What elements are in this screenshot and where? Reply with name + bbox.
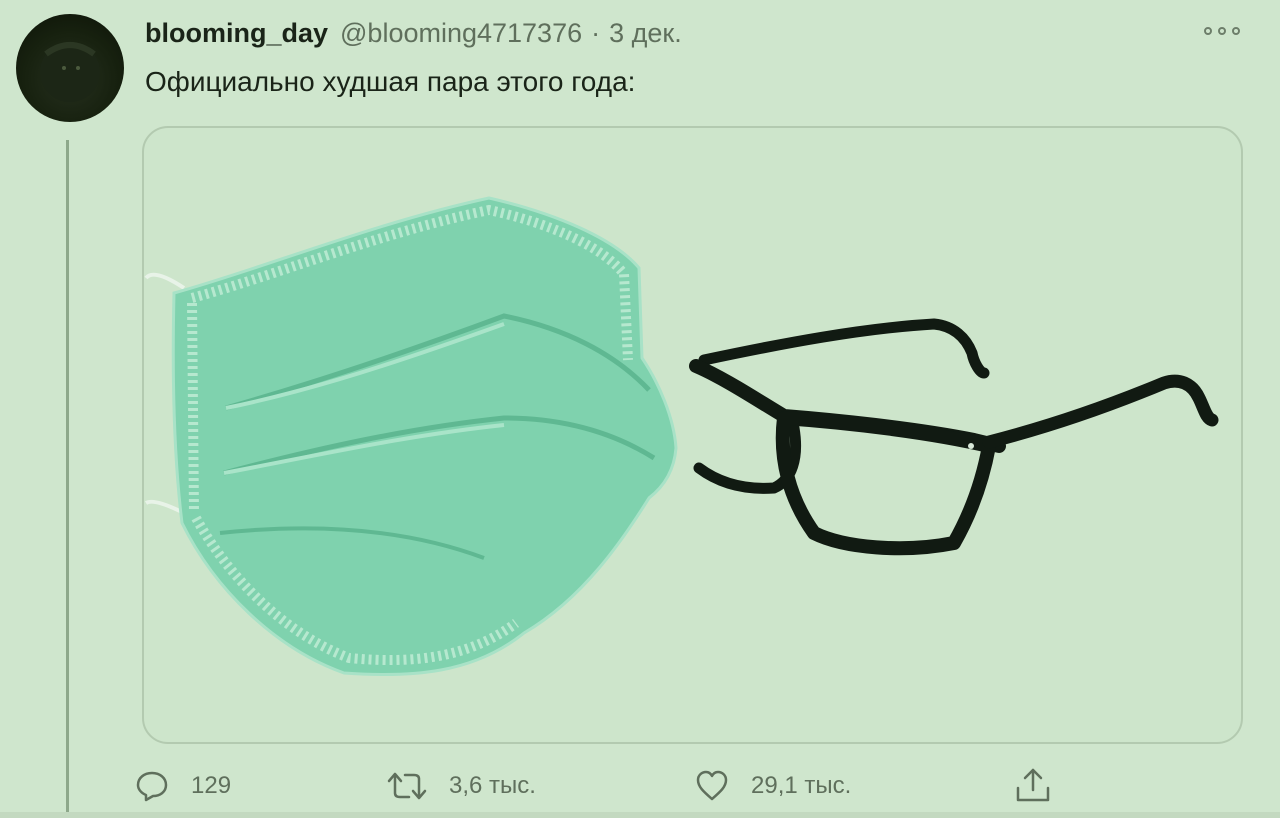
reply-button[interactable]: 129 bbox=[135, 764, 231, 808]
author-handle[interactable]: @blooming4717376 bbox=[340, 18, 582, 49]
retweet-count: 3,6 тыс. bbox=[449, 772, 536, 799]
tweet-media[interactable] bbox=[142, 126, 1243, 744]
tweet-header: blooming_day @blooming4717376 · 3 дек. bbox=[145, 18, 682, 58]
tweet-date[interactable]: 3 дек. bbox=[609, 18, 682, 49]
share-button[interactable] bbox=[1013, 764, 1053, 808]
more-dot bbox=[1218, 27, 1226, 35]
tweet-text: Официально худшая пара этого года: bbox=[145, 66, 636, 97]
separator-dot: · bbox=[591, 18, 601, 48]
tweet-card[interactable]: blooming_day @blooming4717376 · 3 дек. О… bbox=[0, 0, 1280, 818]
bottom-divider bbox=[0, 812, 1280, 818]
thread-line bbox=[66, 140, 69, 818]
speech-bubble-icon bbox=[136, 771, 168, 802]
author-name[interactable]: blooming_day bbox=[145, 18, 328, 49]
like-button[interactable]: 29,1 тыс. bbox=[695, 764, 851, 808]
more-dot bbox=[1204, 27, 1212, 35]
reply-count: 129 bbox=[191, 772, 232, 799]
more-dot bbox=[1232, 27, 1240, 35]
tweet-actions: 129 3,6 тыс. 29,1 тыс. bbox=[135, 764, 1075, 808]
retweet-icon bbox=[387, 772, 427, 800]
avatar[interactable] bbox=[16, 14, 124, 122]
share-icon bbox=[1016, 768, 1050, 802]
like-count: 29,1 тыс. bbox=[751, 772, 852, 799]
eyeglasses-image bbox=[689, 318, 1219, 556]
avatar-image bbox=[40, 42, 100, 102]
retweet-button[interactable]: 3,6 тыс. bbox=[387, 764, 536, 808]
heart-icon bbox=[696, 770, 728, 801]
more-dots-icon[interactable] bbox=[1204, 20, 1240, 42]
surgical-mask-image bbox=[144, 196, 678, 677]
